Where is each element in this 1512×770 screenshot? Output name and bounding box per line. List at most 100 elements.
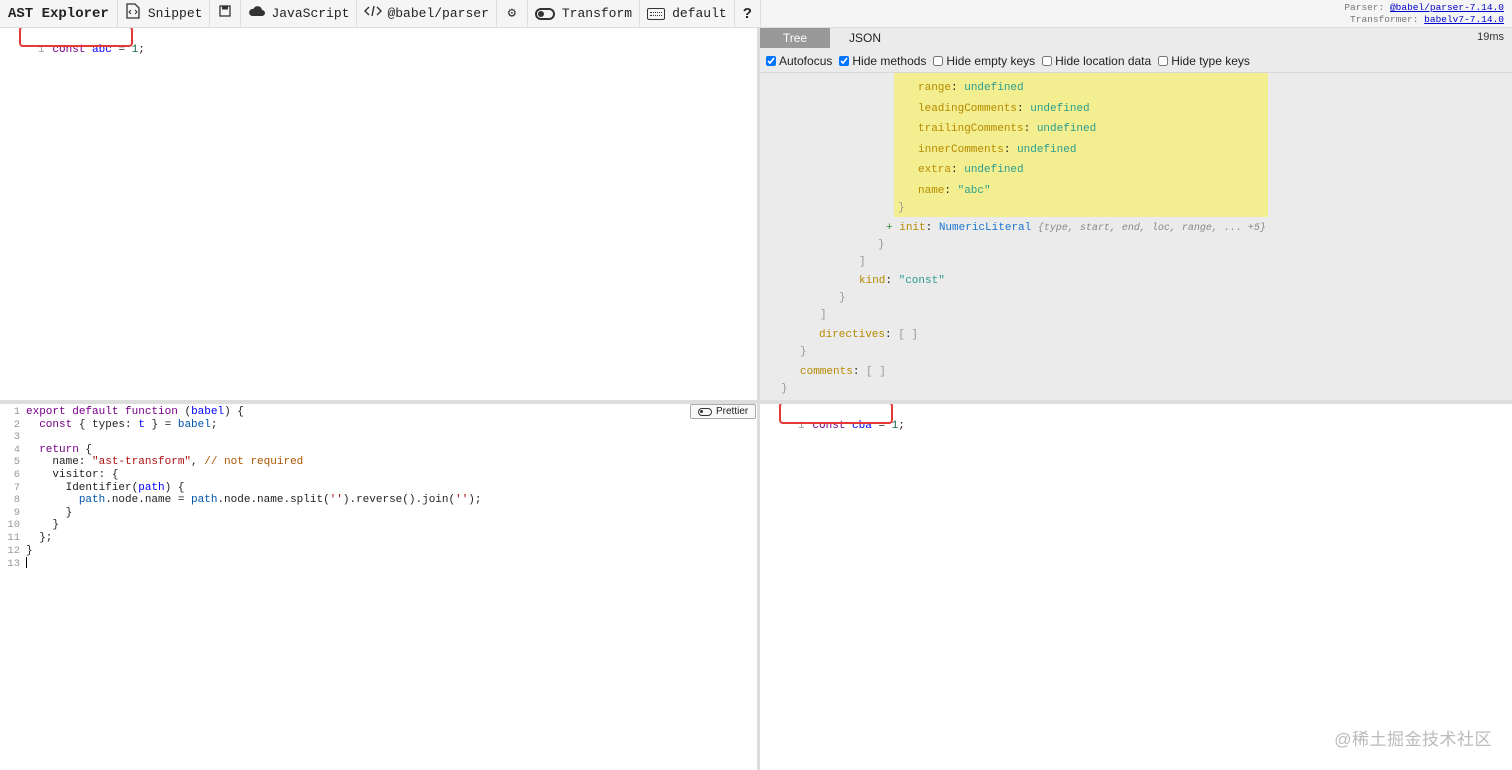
property-value: undefined (964, 164, 1024, 176)
ast-property[interactable]: innerComments: undefined (918, 143, 1076, 157)
property-value: undefined (1036, 123, 1097, 135)
closing-brace: } (781, 383, 788, 395)
ast-node-init[interactable]: + init: NumericLiteral {type, start, end… (886, 221, 1266, 236)
ast-tabs: Tree JSON (760, 28, 1512, 48)
ast-property[interactable]: trailingComments: undefined (918, 122, 1096, 136)
text-cursor (26, 557, 27, 569)
ast-property-comments[interactable]: comments: [ ] (800, 365, 886, 379)
ast-property-directives[interactable]: directives: [ ] (819, 328, 918, 342)
property-value: undefined (1017, 144, 1077, 156)
output-editor[interactable]: 1 const cba = 1; (760, 404, 1512, 770)
source-editor[interactable]: 1 const abc = 1; (0, 28, 757, 400)
code-line: 13 (0, 557, 27, 570)
expand-icon[interactable]: + (886, 222, 893, 234)
ast-property-kind[interactable]: kind: "const" (859, 274, 945, 288)
code-line: 8 path.node.name = path.node.name.split(… (0, 494, 482, 507)
snippet-button[interactable]: Snippet (118, 0, 211, 28)
property-value: "const" (898, 275, 945, 287)
property-key: comments (800, 366, 853, 378)
option-label: Hide empty keys (946, 54, 1036, 68)
code-line: 12} (0, 545, 32, 558)
prettier-label: Prettier (716, 406, 749, 417)
language-select[interactable]: JavaScript (241, 0, 358, 28)
token: ; (898, 419, 905, 432)
parser-select[interactable]: @babel/parser (357, 0, 497, 28)
property-value: [ ] (866, 366, 886, 378)
prettier-button[interactable]: Prettier (690, 404, 756, 419)
property-key: range (918, 82, 952, 94)
line-number: 10 (7, 519, 20, 532)
help-button[interactable]: ? (735, 0, 761, 28)
node-summary: {type, start, end, loc, range, ... +5} (1037, 223, 1266, 234)
hide-location-data-checkbox[interactable] (1042, 56, 1053, 66)
code-line: 7 Identifier(path) { (0, 481, 185, 495)
ast-property[interactable]: extra: undefined (918, 163, 1024, 177)
option-autofocus[interactable]: Autofocus (766, 54, 832, 68)
ast-pane: Tree JSON 19ms Autofocus Hide methods Hi… (760, 28, 1512, 400)
line-number: 2 (13, 418, 20, 431)
ast-property[interactable]: name: "abc" (918, 184, 991, 198)
closing-bracket: ] (859, 256, 866, 268)
option-hide-methods[interactable]: Hide methods (839, 54, 926, 68)
hide-methods-checkbox[interactable] (839, 56, 850, 66)
property-key: directives (819, 329, 886, 341)
autofocus-checkbox[interactable] (766, 56, 776, 66)
ast-property[interactable]: range: undefined (918, 81, 1024, 95)
watermark: @稀土掘金技术社区 (1334, 730, 1492, 749)
node-type: NumericLiteral (938, 222, 1032, 234)
transform-editor[interactable]: 1 export default function (babel) { 2 con… (0, 404, 757, 770)
closing-brace: } (898, 202, 905, 214)
property-key: init (899, 222, 926, 234)
snippet-label: Snippet (147, 6, 203, 21)
line-number: 7 (13, 481, 20, 494)
hide-type-keys-checkbox[interactable] (1158, 56, 1169, 66)
save-button[interactable] (210, 0, 242, 28)
source-highlight (19, 28, 133, 47)
closing-bracket: ] (820, 309, 827, 321)
option-hide-type-keys[interactable]: Hide type keys (1158, 54, 1250, 68)
ast-options: Autofocus Hide methods Hide empty keys H… (766, 52, 1253, 70)
transform-toggle[interactable]: Transform (528, 0, 641, 28)
property-value: "abc" (957, 185, 991, 197)
app-title: AST Explorer (0, 0, 118, 28)
code-line: 3 (0, 431, 26, 444)
language-label: JavaScript (271, 6, 350, 21)
transform-label: Transform (561, 6, 633, 21)
code-line: 11 }; (0, 532, 52, 545)
gear-icon: ⚙ (507, 6, 517, 22)
code-line: 6 visitor: { (0, 469, 119, 482)
token: ; (138, 43, 145, 56)
parser-version-link[interactable]: @babel/parser-7.14.0 (1390, 2, 1504, 13)
code-line: 2 const { types: t } = babel; (0, 418, 218, 432)
property-key: kind (859, 275, 886, 287)
code-line: 10 } (0, 519, 59, 532)
parser-label: @babel/parser (387, 6, 489, 21)
closing-brace: } (839, 292, 846, 304)
ast-property[interactable]: leadingComments: undefined (918, 102, 1090, 116)
line-number: 3 (13, 431, 20, 444)
tab-tree[interactable]: Tree (760, 28, 830, 48)
code-line: 5 name: "ast-transform", // not required (0, 456, 304, 469)
option-hide-location-data[interactable]: Hide location data (1042, 54, 1151, 68)
parser-info: Parser: @babel/parser-7.14.0 Transformer… (1344, 2, 1504, 26)
tab-json[interactable]: JSON (830, 28, 900, 48)
transformer-version-link[interactable]: babelv7-7.14.0 (1424, 14, 1504, 25)
hide-empty-keys-checkbox[interactable] (933, 56, 944, 66)
line-number: 1 (13, 406, 20, 418)
option-label: Hide type keys (1171, 54, 1250, 68)
keymap-select[interactable]: default (640, 0, 735, 28)
keymap-label: default (672, 6, 727, 21)
keyboard-icon (647, 7, 666, 20)
save-icon (217, 5, 233, 22)
line-number: 13 (7, 557, 20, 570)
toolbar: AST Explorer Snippet JavaScript @babel/p… (0, 0, 1512, 28)
property-key: innerComments (918, 144, 1004, 156)
file-code-icon (125, 3, 141, 24)
property-key: extra (918, 164, 952, 176)
code-icon (364, 5, 383, 22)
option-hide-empty-keys[interactable]: Hide empty keys (933, 54, 1035, 68)
parser-settings-button[interactable]: ⚙ (497, 0, 528, 28)
cloud-icon (248, 5, 266, 22)
line-number: 9 (13, 506, 20, 519)
line-number: 6 (13, 469, 20, 481)
